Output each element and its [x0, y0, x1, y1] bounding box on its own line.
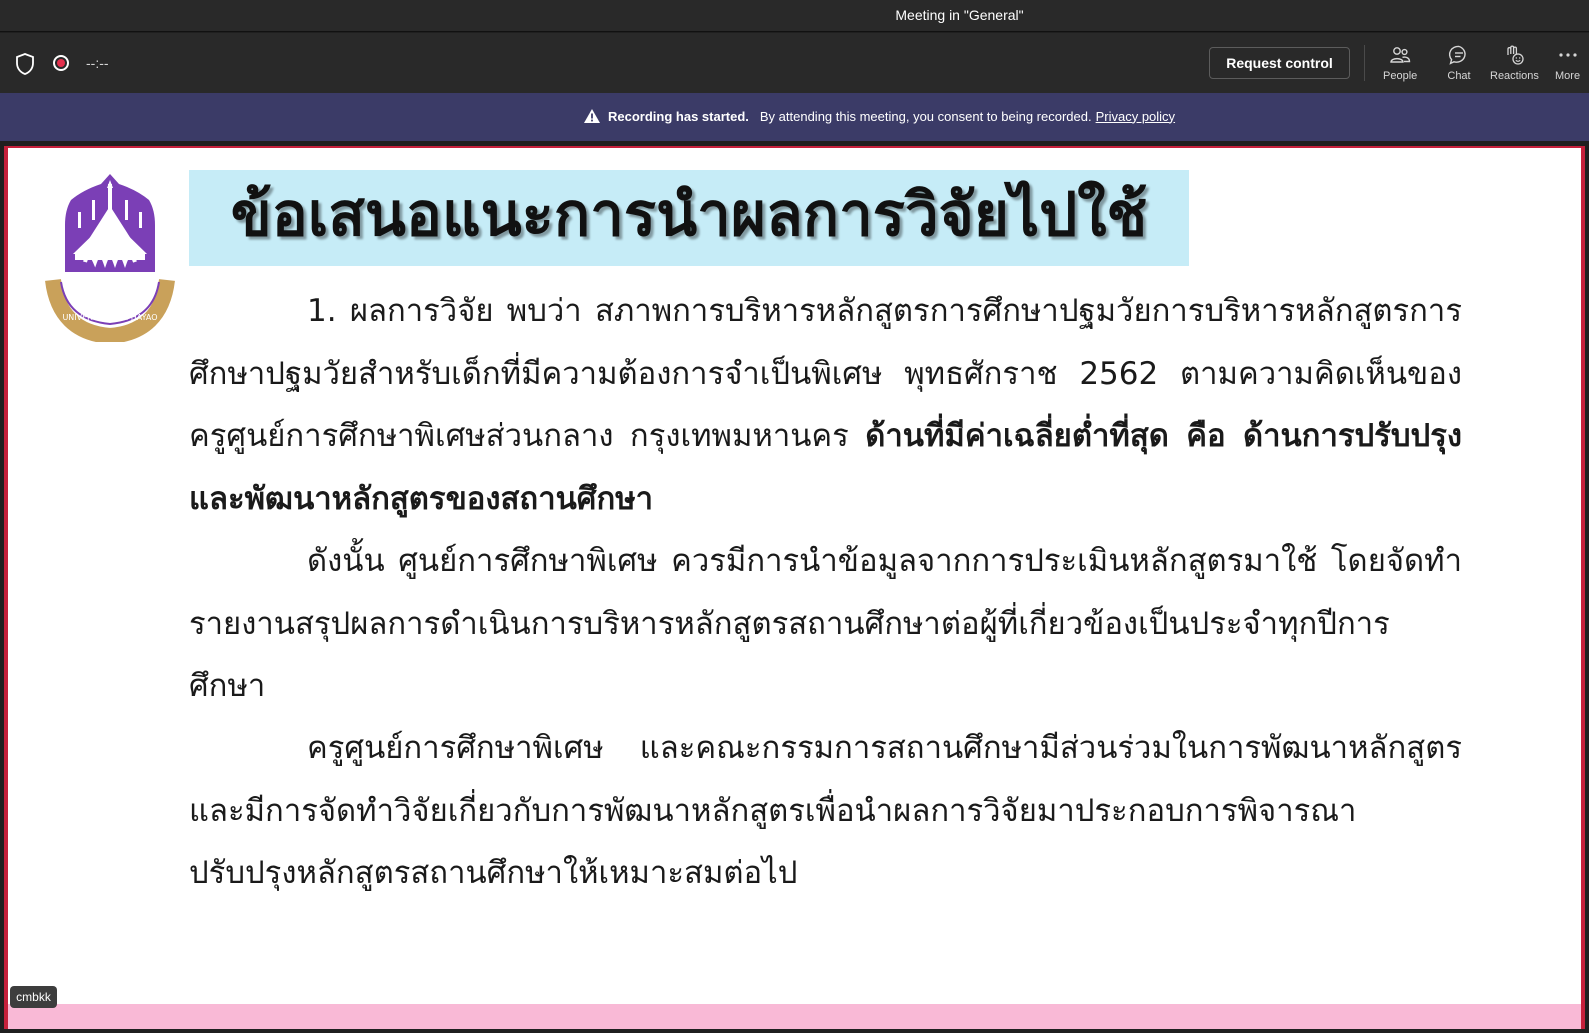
reactions-icon — [1507, 45, 1525, 65]
more-button[interactable]: More — [1555, 43, 1580, 87]
people-button[interactable]: People — [1383, 43, 1417, 87]
meeting-timer: --:-- — [86, 55, 109, 71]
people-icon — [1390, 47, 1411, 63]
record-icon — [53, 55, 69, 71]
banner-text: By attending this meeting, you consent t… — [759, 108, 1092, 124]
logo-caption: UNIVERSITY OF PHAYAO — [62, 313, 157, 322]
slide-paragraph-2: ดังนั้น ศูนย์การศึกษาพิเศษ ควรมีการนำข้อ… — [189, 543, 1462, 704]
reactions-label: Reactions — [1490, 70, 1539, 82]
chat-icon — [1448, 45, 1466, 65]
request-control-button[interactable]: Request control — [1209, 47, 1350, 79]
slide-paragraph-3: ครูศูนย์การศึกษาพิเศษ และคณะกรรมการสถานศ… — [189, 730, 1462, 891]
reactions-button[interactable]: Reactions — [1490, 43, 1539, 87]
shared-screen: UNIVERSITY OF PHAYAO ข้อเสนอแนะการนำผลกา… — [4, 146, 1585, 1029]
people-label: People — [1383, 70, 1418, 82]
title-bar: Meeting in "General" — [0, 0, 1589, 32]
recording-banner: Recording has started. By attending this… — [0, 93, 1589, 141]
more-label: More — [1555, 70, 1581, 82]
meeting-toolbar: --:-- Request control People Chat Reacti… — [0, 33, 1589, 93]
banner-title: Recording has started. — [608, 108, 749, 124]
slide-paragraph-1: 1. ผลการวิจัย พบว่า สภาพการบริหารหลักสูต… — [189, 280, 1462, 530]
privacy-policy-link[interactable]: Privacy policy — [1096, 109, 1175, 124]
chat-button[interactable]: Chat — [1447, 43, 1471, 87]
shield-icon[interactable] — [14, 52, 36, 76]
slide-heading-box: ข้อเสนอแนะการนำผลการวิจัยไปใช้ — [189, 170, 1189, 266]
presenter-name-tag: cmbkk — [10, 986, 57, 1008]
slide-bottom-bar — [8, 1004, 1581, 1029]
warning-icon — [584, 109, 600, 123]
presentation-slide: UNIVERSITY OF PHAYAO ข้อเสนอแนะการนำผลกา… — [8, 148, 1581, 1004]
toolbar-divider — [1364, 45, 1365, 81]
more-icon — [1558, 53, 1577, 57]
university-logo: UNIVERSITY OF PHAYAO — [45, 174, 175, 342]
slide-heading: ข้อเสนอแนะการนำผลการวิจัยไปใช้ — [230, 180, 1148, 250]
window-title: Meeting in "General" — [895, 7, 1024, 23]
chat-label: Chat — [1447, 70, 1471, 82]
